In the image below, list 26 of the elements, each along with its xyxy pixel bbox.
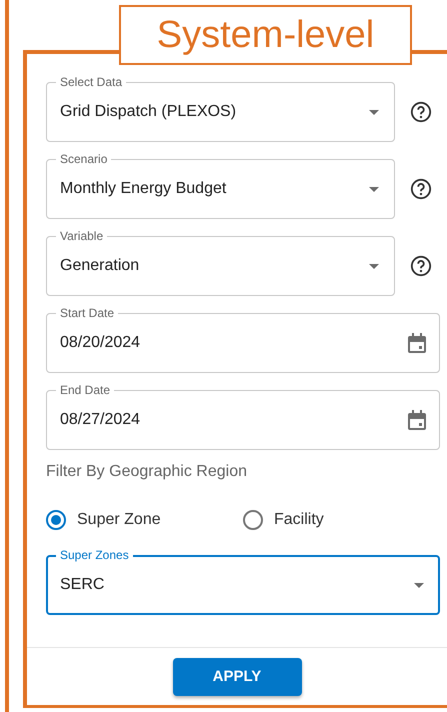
callout-label: System-level <box>119 5 412 65</box>
field-label: Select Data <box>56 75 126 89</box>
field-label: Super Zones <box>56 548 133 562</box>
section-heading: Filter By Geographic Region <box>46 463 248 481</box>
help-icon[interactable] <box>410 255 432 277</box>
radio-option[interactable]: Super Zone <box>46 510 243 530</box>
field[interactable]: Scenario Monthly Energy Budget <box>46 152 395 219</box>
caret-icon <box>369 264 379 268</box>
radio-option[interactable]: Facility <box>243 510 440 530</box>
help-icon[interactable] <box>410 101 432 123</box>
calendar-icon <box>408 333 426 353</box>
field-label: Start Date <box>56 306 118 320</box>
field[interactable]: Variable Generation <box>46 229 395 296</box>
field[interactable]: Start Date 08/20/2024 <box>46 306 440 373</box>
field-label: End Date <box>56 383 114 397</box>
caret-icon <box>369 186 379 192</box>
field-label: Variable <box>56 229 108 243</box>
field[interactable]: Select Data Grid Dispatch (PLEXOS) <box>46 75 395 142</box>
caret-icon <box>369 110 379 114</box>
caret-icon <box>414 582 424 588</box>
calendar-icon <box>408 410 426 430</box>
apply-button[interactable]: APPLY <box>172 658 302 696</box>
help-icon[interactable] <box>410 178 432 200</box>
field[interactable]: End Date 08/27/2024 <box>46 383 440 450</box>
dropdown-field[interactable]: Super Zones SERC <box>46 548 440 615</box>
field-label: Scenario <box>56 152 112 166</box>
